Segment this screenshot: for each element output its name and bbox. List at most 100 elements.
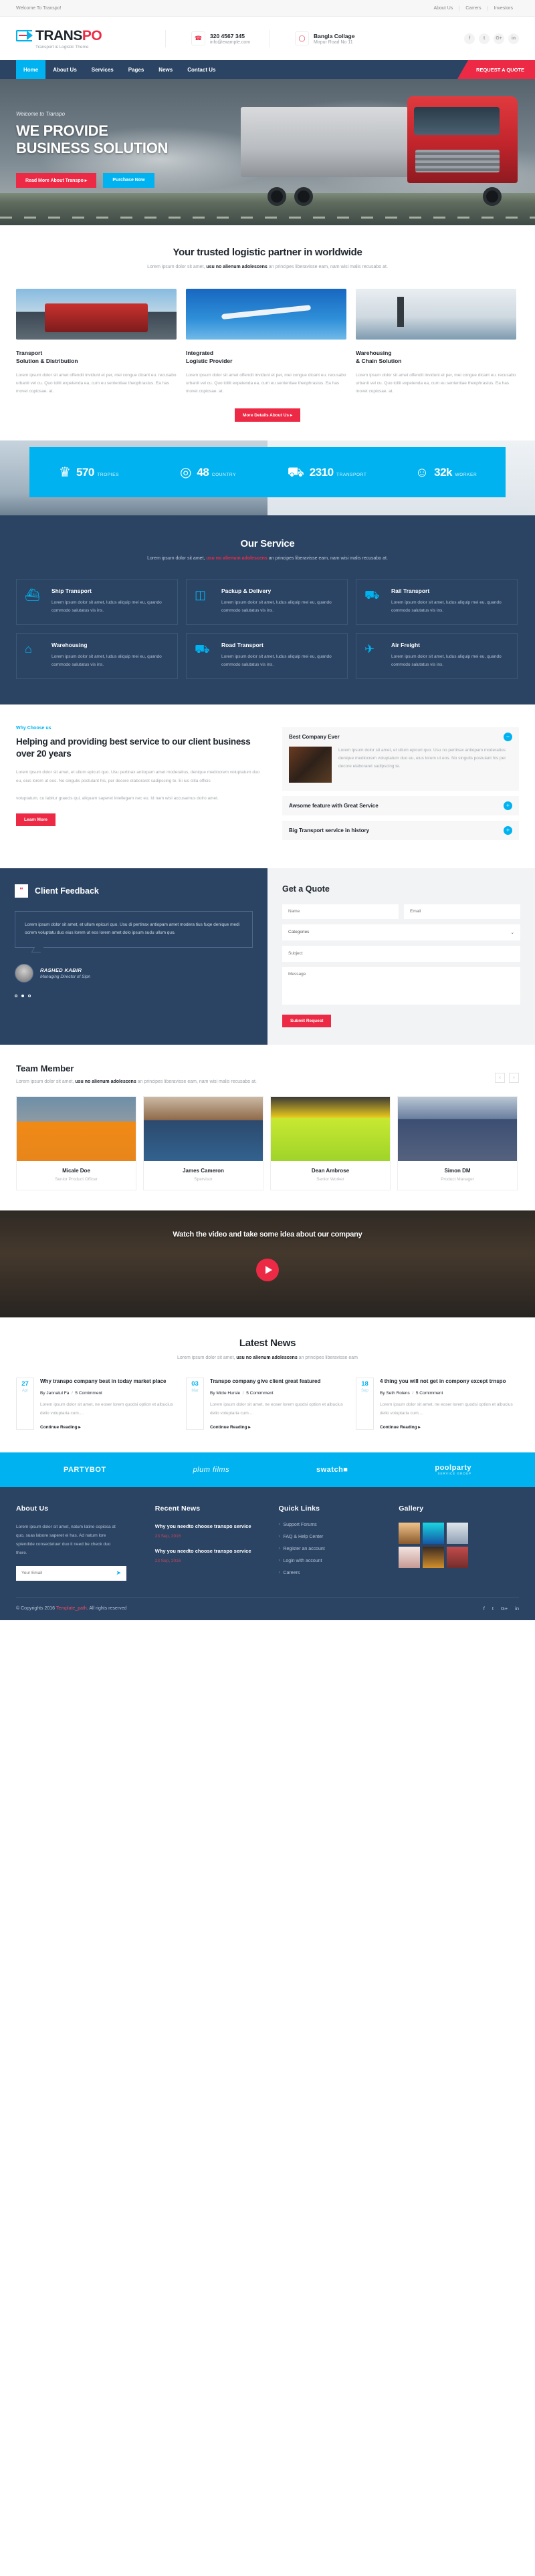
- news-headline: Why transpo company best in today market…: [40, 1378, 167, 1385]
- accordion-item-big-transport[interactable]: Big Transport service in history +: [282, 820, 519, 840]
- service-card-rail-transport[interactable]: ⛟ Rail Transport Lorem ipsum dolor sit a…: [356, 578, 518, 625]
- learn-more-button[interactable]: Learn More: [16, 813, 56, 827]
- name-field[interactable]: [282, 904, 399, 919]
- header-address-sub: Mirpur Road No 11: [314, 39, 353, 45]
- news-meta: By Micle Hursle / 5 Comimment: [210, 1391, 274, 1396]
- gallery-thumb[interactable]: [447, 1546, 469, 1568]
- team-card[interactable]: Dean Ambrose Senior Worker: [270, 1096, 391, 1190]
- carousel-dot-3[interactable]: [28, 995, 31, 998]
- footer-link-login-account[interactable]: › Login with account: [278, 1559, 399, 1563]
- team-prev-arrow[interactable]: ‹: [495, 1072, 505, 1083]
- logo-arrow-icon: [16, 30, 33, 41]
- counter-label: COUNTRY: [211, 472, 237, 477]
- service-card-road-transport[interactable]: ⛟ Road Transport Lorem ipsum dolor sit a…: [186, 632, 348, 679]
- email-field[interactable]: [404, 904, 520, 919]
- team-member-section: Team Member Lorem ipsum dolor sit amet, …: [0, 1045, 535, 1210]
- facebook-icon[interactable]: f: [464, 33, 475, 44]
- categories-select[interactable]: Categories ⌄: [282, 924, 520, 940]
- header-address-block: ◯ Bangla Collage Mirpur Road No 11: [270, 31, 354, 45]
- gallery-thumb[interactable]: [423, 1522, 445, 1544]
- subject-field[interactable]: [282, 945, 520, 962]
- footer-news-item[interactable]: Why you needto choose transpo service 23…: [155, 1523, 279, 1539]
- team-member-name: Micale Doe: [62, 1167, 90, 1174]
- footer-link-careers[interactable]: › Careers: [278, 1571, 399, 1575]
- footer-link-label: Register an account: [283, 1546, 325, 1551]
- news-card[interactable]: 27 Apr Why transpo company best in today…: [16, 1378, 177, 1430]
- team-card[interactable]: Simon DM Product Manager: [397, 1096, 518, 1190]
- minus-icon[interactable]: −: [504, 732, 512, 741]
- continue-reading-link[interactable]: Continue Reading ▸: [40, 1424, 177, 1430]
- brand-plum-films: plum films: [193, 1465, 230, 1474]
- service-card-air-freight[interactable]: ✈ Air Freight Lorem ipsum dolor sit amet…: [356, 632, 518, 679]
- top-link-investors[interactable]: Investors: [487, 5, 519, 11]
- footer-link-faq-help-center[interactable]: › FAQ & Help Center: [278, 1535, 399, 1539]
- nav-item-about-us[interactable]: About Us: [45, 60, 84, 79]
- googleplus-icon[interactable]: G+: [494, 33, 504, 44]
- top-link-about[interactable]: About Us: [427, 6, 459, 11]
- nav-item-contact-us[interactable]: Contact Us: [180, 60, 223, 79]
- news-day: 03: [191, 1380, 199, 1388]
- continue-reading-link[interactable]: Continue Reading ▸: [380, 1424, 516, 1430]
- accordion-item-best-company[interactable]: Best Company Ever − Lorem ipsum dolor si…: [282, 727, 519, 791]
- gallery-thumb[interactable]: [423, 1546, 445, 1568]
- googleplus-icon[interactable]: G+: [501, 1605, 508, 1612]
- hero-read-more-button[interactable]: Read More About Transpo ▸: [16, 172, 97, 188]
- linkedin-icon[interactable]: in: [515, 1605, 519, 1612]
- linkedin-icon[interactable]: in: [508, 33, 519, 44]
- team-next-arrow[interactable]: ›: [509, 1072, 519, 1083]
- team-card[interactable]: Micale Doe Senior Product Officer: [16, 1096, 136, 1190]
- footer-link-register-account[interactable]: › Register an account: [278, 1547, 399, 1551]
- gallery-thumb[interactable]: [447, 1522, 469, 1544]
- video-title: Watch the video and take some idea about…: [173, 1230, 362, 1239]
- footer-link-support-forums[interactable]: › Support Forums: [278, 1523, 399, 1527]
- copyright: © Copyrights 2016 Template_path. All rig…: [16, 1606, 126, 1611]
- news-card[interactable]: 03 Mar Transpo company give client great…: [186, 1378, 346, 1430]
- top-link-careers[interactable]: Carrers: [459, 5, 487, 11]
- play-button[interactable]: [256, 1258, 279, 1281]
- nav-item-home[interactable]: Home: [16, 60, 46, 79]
- plus-icon[interactable]: +: [504, 825, 512, 835]
- team-card[interactable]: James Cameron Spervisor: [143, 1096, 263, 1190]
- facebook-icon[interactable]: f: [484, 1605, 485, 1612]
- send-icon[interactable]: ➤: [116, 1569, 121, 1577]
- port-crane-photo: [356, 288, 516, 340]
- plus-icon[interactable]: +: [504, 801, 512, 810]
- card-title-line2: Solution & Distribution: [16, 357, 78, 364]
- phone-icon: ☎: [191, 31, 205, 45]
- logo[interactable]: TRANSPO Transport & Logistic Theme: [16, 28, 146, 49]
- message-field[interactable]: [282, 967, 520, 1005]
- copyright-link[interactable]: Template_path: [56, 1606, 87, 1611]
- nav-item-news[interactable]: News: [151, 60, 180, 79]
- news-card[interactable]: 18 Sep 4 thing you will not get in compo…: [356, 1378, 516, 1430]
- news-comments: 5 Comimment: [415, 1391, 443, 1396]
- nav-item-pages[interactable]: Pages: [121, 60, 152, 79]
- card-title-line2: Logistic Provider: [186, 357, 233, 364]
- gallery-thumb[interactable]: [399, 1546, 421, 1568]
- accordion-item-awsome-feature[interactable]: Awsome feature with Great Service +: [282, 795, 519, 815]
- why-choose-us-section: Why Choose us Helping and providing best…: [0, 704, 535, 868]
- news-meta: By Seth Rolens / 5 Comimment: [380, 1391, 443, 1396]
- more-details-button[interactable]: More Details About Us ▸: [234, 408, 301, 422]
- counter-item-tropies: ♛ 570 TROPIES: [29, 466, 148, 479]
- service-card-warehousing[interactable]: ⌂ Warehousing Lorem ipsum dolor sit amet…: [16, 632, 178, 679]
- news-headline: 4 thing you will not get in compony exce…: [380, 1378, 506, 1385]
- twitter-icon[interactable]: t: [492, 1605, 494, 1612]
- carousel-dot-1[interactable]: [15, 995, 17, 998]
- twitter-icon[interactable]: t: [479, 33, 490, 44]
- service-card-ship-transport[interactable]: ⛴ Ship Transport Lorem ipsum dolor sit a…: [16, 578, 178, 625]
- gallery-thumb[interactable]: [399, 1522, 421, 1544]
- newsletter-email-input[interactable]: [21, 1571, 116, 1576]
- submit-request-button[interactable]: Submit Request: [282, 1014, 332, 1027]
- brand-logos-band: PARTYBOT plum films swatch■ poolparty SE…: [0, 1452, 535, 1487]
- request-quote-button[interactable]: REQUEST A QUOTE: [457, 60, 535, 79]
- continue-reading-link[interactable]: Continue Reading ▸: [210, 1424, 346, 1430]
- carousel-dot-2[interactable]: [21, 995, 24, 998]
- service-card-packup-delivery[interactable]: ◫ Packup & Delivery Lorem ipsum dolor si…: [186, 578, 348, 625]
- nav-item-services[interactable]: Services: [84, 60, 121, 79]
- feedback-carousel-dots[interactable]: [15, 995, 253, 998]
- accordion-thumbnail: [289, 746, 332, 783]
- play-icon: [265, 1265, 272, 1274]
- footer-news-item[interactable]: Why you needto choose transpo service 23…: [155, 1547, 279, 1563]
- hero-purchase-now-button[interactable]: Purchase Now: [103, 172, 154, 188]
- team-member-name: Simon DM: [444, 1167, 471, 1174]
